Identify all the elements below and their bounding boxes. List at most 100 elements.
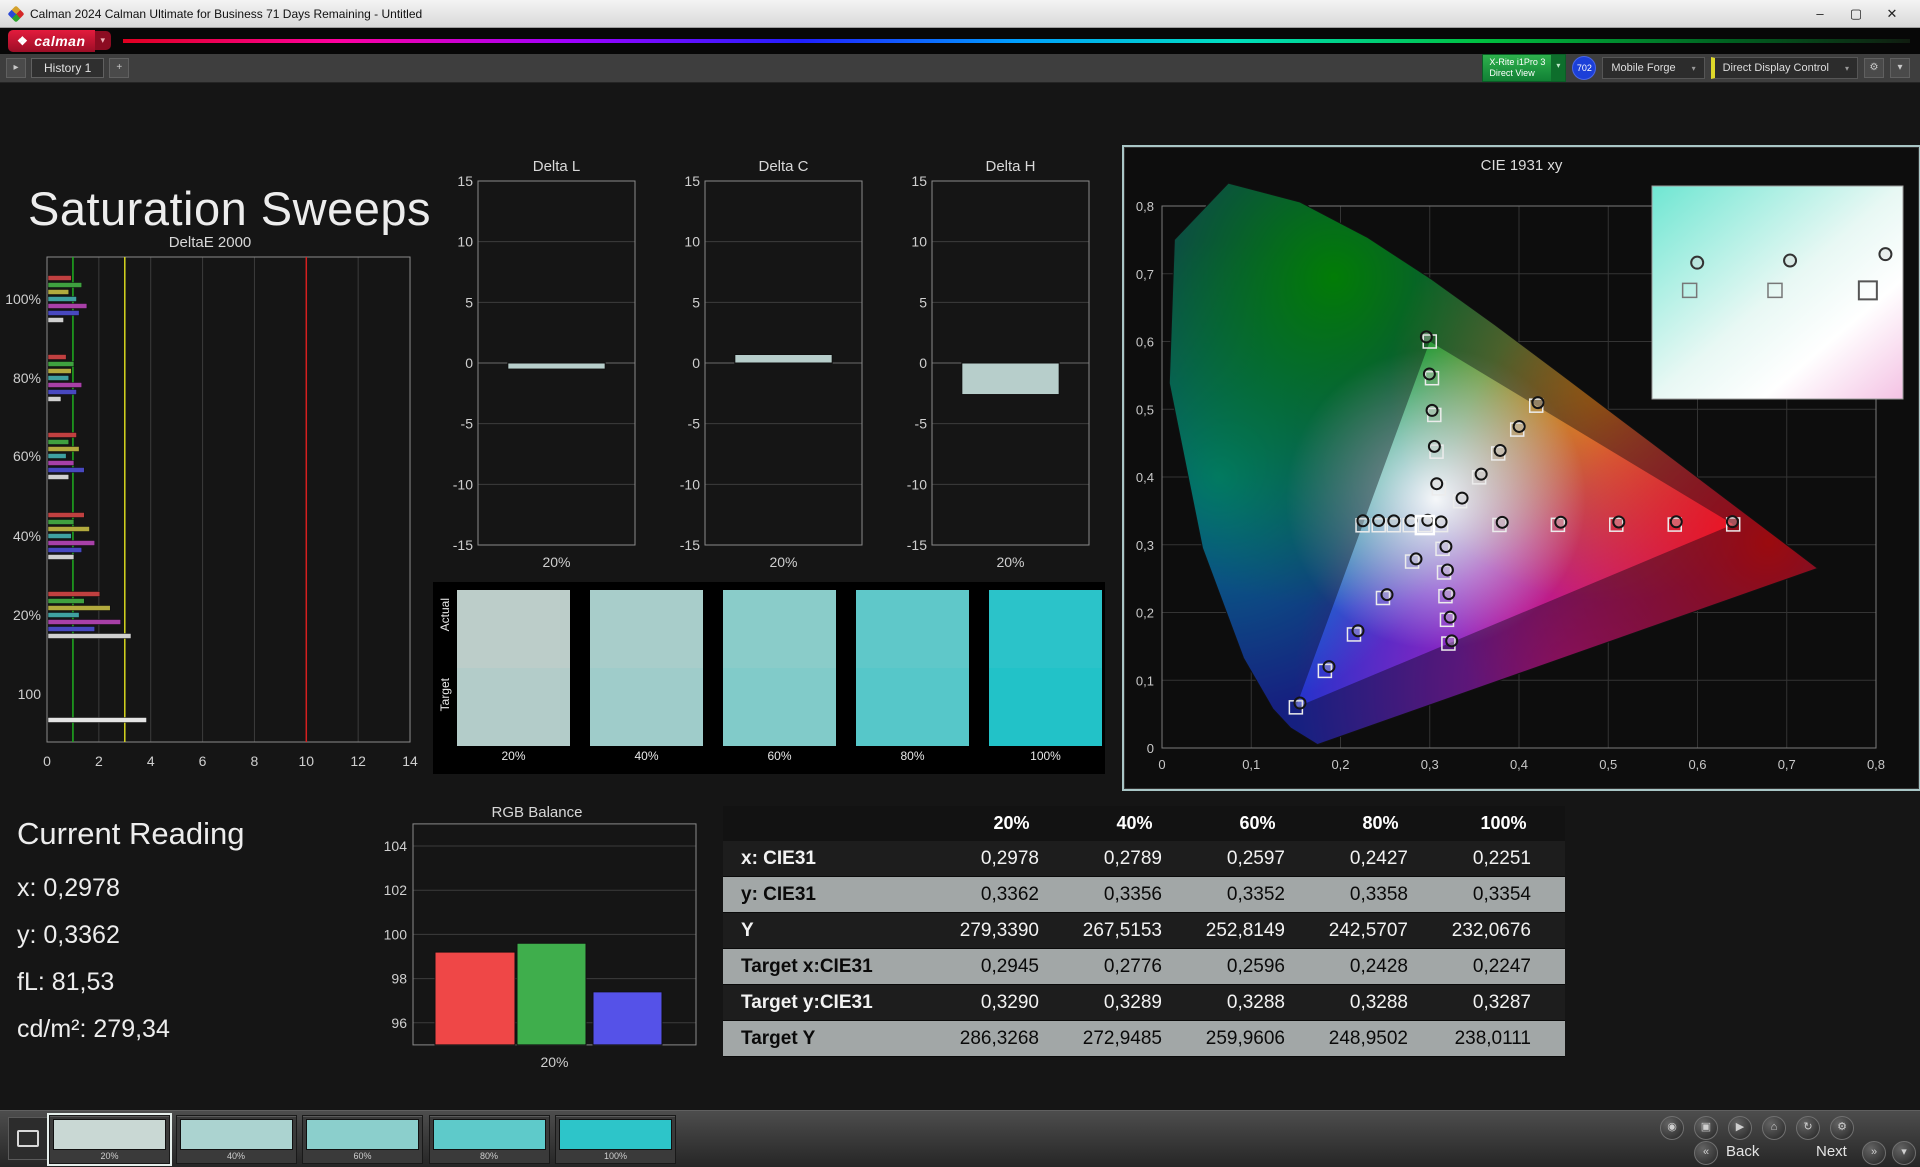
cie-1931-panel: 000,10,10,20,20,30,30,40,40,50,50,60,60,… — [1122, 145, 1920, 791]
svg-text:0,7: 0,7 — [1778, 757, 1796, 772]
svg-text:5: 5 — [465, 294, 473, 310]
meter-button[interactable]: X-Rite i1Pro 3 Direct View ▾ — [1482, 54, 1566, 82]
meter-line2: Direct View — [1489, 68, 1545, 79]
svg-text:0,6: 0,6 — [1688, 757, 1706, 772]
svg-text:0,2: 0,2 — [1136, 606, 1154, 621]
back-button[interactable]: Back — [1726, 1143, 1759, 1160]
table-cell: 242,5707 — [1319, 913, 1442, 949]
svg-text:-5: -5 — [461, 416, 474, 432]
pattern-swatch-100%[interactable]: 100% — [555, 1115, 676, 1164]
maximize-button[interactable]: ▢ — [1838, 6, 1874, 22]
svg-text:-10: -10 — [453, 476, 473, 492]
swatch-100% — [989, 590, 1102, 746]
table-cell: 0,3287 — [1442, 985, 1565, 1021]
settings-gear-button-2[interactable]: ⚙ — [1830, 1116, 1854, 1140]
svg-text:98: 98 — [391, 971, 407, 987]
pattern-color — [53, 1119, 166, 1150]
swatch-40% — [590, 590, 703, 746]
svg-text:100: 100 — [384, 926, 408, 942]
pattern-swatch-40%[interactable]: 40% — [176, 1115, 297, 1164]
svg-text:20%: 20% — [542, 554, 570, 570]
svg-text:-15: -15 — [680, 537, 700, 553]
table-cell: 0,2251 — [1442, 841, 1565, 877]
measurement-table: 20%40%60%80%100%x: CIE310,29780,27890,25… — [723, 806, 1565, 1057]
svg-text:100%: 100% — [5, 291, 41, 307]
svg-text:Delta L: Delta L — [533, 158, 581, 175]
pattern-swatch-60%[interactable]: 60% — [302, 1115, 423, 1164]
svg-text:0,3: 0,3 — [1421, 757, 1439, 772]
pattern-color — [559, 1119, 672, 1150]
svg-text:15: 15 — [457, 173, 473, 189]
table-cell: 238,0111 — [1442, 1021, 1565, 1057]
svg-text:0,5: 0,5 — [1136, 402, 1154, 417]
table-cell: 0,3288 — [1196, 985, 1319, 1021]
table-row: Target x:CIE310,29450,27760,25960,24280,… — [723, 949, 1565, 985]
collapse-toolbar-button[interactable]: ▾ — [1890, 58, 1910, 78]
swatch-20% — [457, 590, 570, 746]
table-row: Target Y286,3268272,9485259,9606248,9502… — [723, 1021, 1565, 1057]
minimize-button[interactable]: – — [1802, 6, 1838, 22]
pattern-label: 40% — [177, 1151, 296, 1161]
swatch-column-label: 80% — [856, 749, 969, 763]
eye-button[interactable]: ◉ — [1660, 1116, 1684, 1140]
svg-text:0: 0 — [1147, 741, 1154, 756]
more-options-caret[interactable]: ▾ — [1892, 1141, 1916, 1165]
target-color — [856, 668, 969, 746]
table-cell: 0,3289 — [1073, 985, 1196, 1021]
display-control-dropdown[interactable]: Direct Display Control ▾ — [1711, 57, 1858, 79]
svg-text:102: 102 — [384, 882, 408, 898]
next-icon[interactable]: » — [1862, 1141, 1886, 1165]
swatch-column-label: 40% — [590, 749, 703, 763]
home-button[interactable]: ⌂ — [1762, 1116, 1786, 1140]
pattern-swatch-80%[interactable]: 80% — [429, 1115, 550, 1164]
svg-text:10: 10 — [457, 234, 473, 250]
table-cell: 0,2596 — [1196, 949, 1319, 985]
svg-text:-10: -10 — [907, 476, 927, 492]
back-icon[interactable]: « — [1694, 1141, 1718, 1165]
svg-text:15: 15 — [684, 173, 700, 189]
target-color — [723, 668, 836, 746]
svg-text:0,5: 0,5 — [1599, 757, 1617, 772]
meter-caret-icon: ▾ — [1551, 55, 1565, 81]
table-cell: 0,2428 — [1319, 949, 1442, 985]
calman-logo-button[interactable]: ❖ calman — [8, 30, 95, 52]
close-button[interactable]: ✕ — [1874, 6, 1910, 22]
table-cell: 0,2427 — [1319, 841, 1442, 877]
reading-line: cd/m²: 279,34 — [17, 1015, 170, 1062]
pattern-label: 100% — [556, 1151, 675, 1161]
play-button[interactable]: ▶ — [1728, 1116, 1752, 1140]
cie-1931-chart: 000,10,10,20,20,30,30,40,40,50,50,60,60,… — [1124, 147, 1913, 783]
window-title: Calman 2024 Calman Ultimate for Business… — [30, 7, 422, 21]
target-color — [989, 668, 1102, 746]
delta-c-chart: Delta C-15-10-505101520% — [668, 155, 868, 575]
meter-line1: X-Rite i1Pro 3 — [1489, 57, 1545, 68]
pattern-toggle-button[interactable]: ▣ — [1694, 1116, 1718, 1140]
svg-text:0,8: 0,8 — [1136, 199, 1154, 214]
svg-text:0,7: 0,7 — [1136, 267, 1154, 282]
svg-text:5: 5 — [692, 294, 700, 310]
reading-line: fL: 81,53 — [17, 968, 170, 1015]
svg-text:60%: 60% — [13, 448, 41, 464]
tab-history-1[interactable]: History 1 — [31, 58, 104, 78]
svg-text:15: 15 — [911, 173, 927, 189]
pattern-swatch-20%[interactable]: 20% — [49, 1115, 170, 1164]
svg-text:12: 12 — [350, 753, 366, 769]
actual-color — [723, 590, 836, 668]
refresh-button[interactable]: ↻ — [1796, 1116, 1820, 1140]
svg-text:0,2: 0,2 — [1331, 757, 1349, 772]
svg-text:14: 14 — [402, 753, 418, 769]
settings-gear-button[interactable]: ⚙ — [1864, 58, 1884, 78]
svg-text:8: 8 — [251, 753, 259, 769]
svg-text:0: 0 — [692, 355, 700, 371]
add-tab-button[interactable]: + — [109, 58, 129, 78]
logo-dropdown-caret[interactable]: ▾ — [95, 31, 112, 50]
next-button[interactable]: Next — [1816, 1143, 1847, 1160]
svg-text:2: 2 — [95, 753, 103, 769]
svg-text:100: 100 — [18, 686, 42, 702]
source-dropdown[interactable]: Mobile Forge ▾ — [1602, 57, 1704, 79]
svg-text:-15: -15 — [453, 537, 473, 553]
expand-panel-button[interactable]: ▸ — [6, 58, 26, 78]
cie-chart-title: CIE 1931 xy — [1124, 157, 1919, 174]
svg-text:4: 4 — [147, 753, 155, 769]
pattern-window-button[interactable] — [8, 1117, 48, 1160]
